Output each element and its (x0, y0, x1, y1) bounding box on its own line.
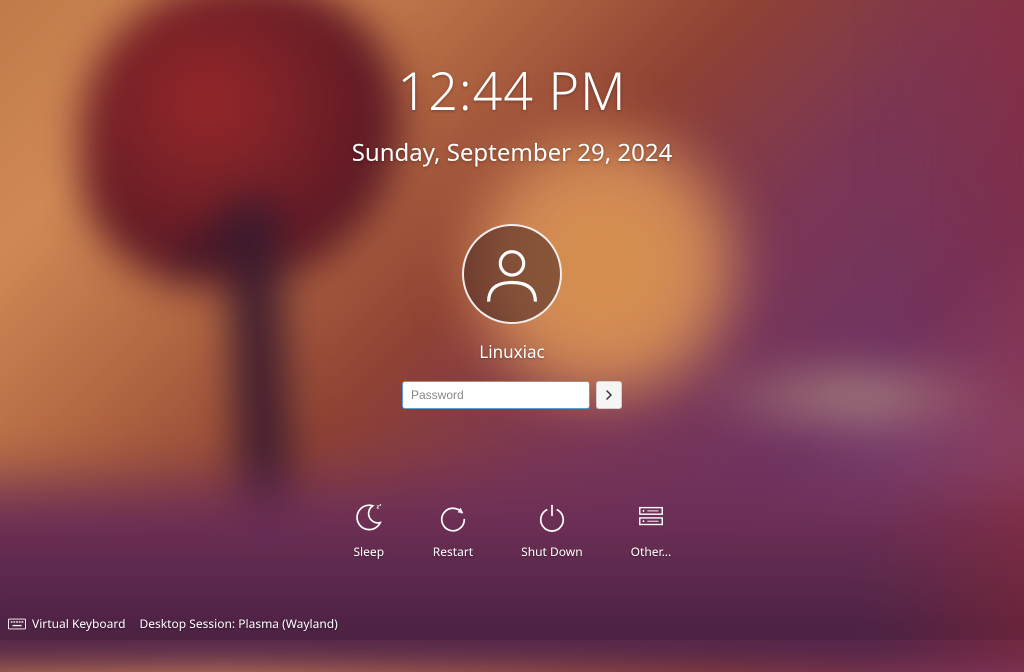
user-icon (478, 240, 546, 308)
session-prefix: Desktop Session: (140, 615, 239, 632)
session-selector[interactable]: Desktop Session: Plasma (Wayland) (140, 615, 338, 632)
session-name: Plasma (Wayland) (238, 615, 338, 632)
clock-time: 12:44 PM (398, 55, 627, 126)
restart-icon (438, 502, 468, 532)
chevron-right-icon (604, 390, 614, 400)
bottom-bar: Virtual Keyboard Desktop Session: Plasma… (8, 615, 338, 632)
username-label: Linuxiac (479, 340, 544, 363)
shutdown-button[interactable]: Shut Down (521, 501, 583, 560)
power-actions: z z Sleep Restart Shut Dow (353, 501, 671, 560)
power-icon (537, 502, 567, 532)
svg-text:z: z (379, 503, 381, 508)
sleep-icon: z z (354, 502, 384, 532)
shutdown-label: Shut Down (521, 543, 583, 560)
sleep-label: Sleep (353, 543, 384, 560)
login-button[interactable] (596, 381, 622, 409)
list-icon (636, 502, 666, 532)
keyboard-icon (8, 618, 26, 630)
virtual-keyboard-button[interactable]: Virtual Keyboard (8, 615, 126, 632)
virtual-keyboard-label: Virtual Keyboard (32, 615, 126, 632)
restart-button[interactable]: Restart (433, 501, 473, 560)
other-label: Other... (631, 543, 672, 560)
restart-label: Restart (433, 543, 473, 560)
user-section: Linuxiac (402, 224, 622, 409)
password-input[interactable] (402, 381, 590, 409)
password-row (402, 381, 622, 409)
other-button[interactable]: Other... (631, 501, 672, 560)
sleep-button[interactable]: z z Sleep (353, 501, 385, 560)
clock-date: Sunday, September 29, 2024 (352, 136, 673, 169)
user-avatar[interactable] (462, 224, 562, 324)
